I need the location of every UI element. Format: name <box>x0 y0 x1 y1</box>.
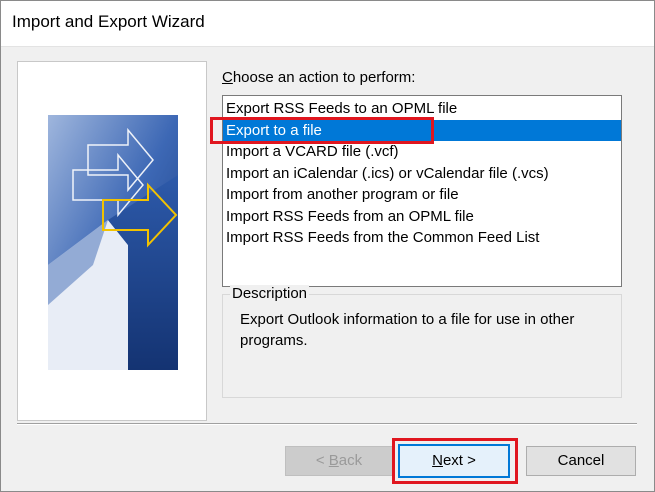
list-item[interactable]: Import RSS Feeds from the Common Feed Li… <box>223 227 621 249</box>
description-legend: Description <box>230 285 310 302</box>
wizard-side-panel <box>17 61 207 421</box>
window-title: Import and Export Wizard <box>12 12 205 31</box>
list-item[interactable]: Import RSS Feeds from an OPML file <box>223 206 621 228</box>
cancel-button[interactable]: Cancel <box>526 446 636 476</box>
action-listbox[interactable]: Export RSS Feeds to an OPML file Export … <box>222 95 622 287</box>
wizard-arrows-illustration <box>48 115 178 370</box>
list-item[interactable]: Export RSS Feeds to an OPML file <box>223 98 621 120</box>
list-item[interactable]: Import an iCalendar (.ics) or vCalendar … <box>223 163 621 185</box>
next-button[interactable]: Next > <box>398 444 510 478</box>
list-item-selected[interactable]: Export to a file <box>223 119 621 141</box>
divider <box>17 423 637 425</box>
list-item[interactable]: Import a VCARD file (.vcf) <box>223 141 621 163</box>
title-bar: Import and Export Wizard <box>0 0 655 47</box>
description-text: Export Outlook information to a file for… <box>240 311 575 349</box>
back-button[interactable]: < Back <box>285 446 393 476</box>
list-item[interactable]: Import from another program or file <box>223 184 621 206</box>
choose-action-label: Choose an action to perform: <box>222 69 416 86</box>
